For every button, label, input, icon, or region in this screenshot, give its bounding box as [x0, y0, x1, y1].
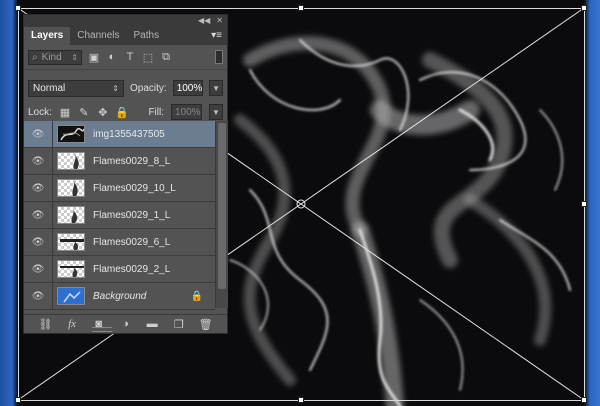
layer-name: Flames0029_6_L: [93, 236, 171, 248]
transform-handle-bottom-center[interactable]: [298, 397, 304, 403]
layer-name: Flames0029_1_L: [93, 209, 171, 221]
fill-label: Fill:: [148, 106, 164, 118]
lock-all-icon[interactable]: 🔒: [115, 106, 129, 119]
transform-handle-top-right[interactable]: [581, 5, 587, 11]
smoke-thumbnail-icon: [60, 127, 84, 141]
layer-thumbnail: [57, 152, 85, 170]
collapse-icon[interactable]: ◀◀: [198, 16, 210, 25]
lock-image-brush-icon[interactable]: ✎: [78, 106, 90, 119]
chevron-updown-icon: ⇕: [71, 52, 78, 62]
eye-icon[interactable]: 👁: [24, 202, 53, 228]
layer-row[interactable]: 👁 Flames0029_2_L: [24, 256, 215, 283]
filter-kind-select[interactable]: ⌕ Kind ⇕: [28, 49, 82, 65]
blend-mode-select[interactable]: Normal ⇕: [28, 79, 124, 97]
fx-icon[interactable]: fx: [65, 318, 79, 330]
pixel-filter-icon[interactable]: ▣: [88, 51, 100, 64]
eye-icon[interactable]: 👁: [24, 148, 53, 174]
tab-channels[interactable]: Channels: [70, 27, 126, 45]
type-filter-icon[interactable]: T: [124, 51, 136, 63]
layer-row[interactable]: 👁 Flames0029_1_L: [24, 202, 215, 229]
layer-thumbnail: [57, 206, 85, 224]
layer-name: Flames0029_8_L: [93, 155, 171, 167]
panel-resize-grip[interactable]: [92, 327, 112, 332]
blend-row: Normal ⇕ Opacity: 100% ▼: [24, 76, 227, 100]
trash-icon[interactable]: 🗑: [199, 318, 213, 331]
filter-toggle[interactable]: [215, 50, 223, 64]
layer-name: Flames0029_2_L: [93, 263, 171, 275]
lock-transparent-icon[interactable]: ▦: [59, 106, 71, 119]
transform-handle-bottom-left[interactable]: [15, 397, 21, 403]
eye-icon[interactable]: 👁: [24, 229, 53, 255]
layer-thumbnail: [57, 233, 85, 251]
new-layer-icon[interactable]: ❐: [172, 318, 186, 331]
chevron-down-icon: ▼: [212, 107, 220, 117]
flame-thumbnail-icon: [60, 239, 84, 250]
eye-icon[interactable]: 👁: [24, 121, 53, 147]
folder-icon[interactable]: ▬: [145, 318, 159, 330]
link-icon[interactable]: ⛓: [38, 318, 52, 331]
filter-row: ⌕ Kind ⇕ ▣ ◐ T ⬚ ⧉: [24, 45, 227, 70]
scrollbar-thumb[interactable]: [218, 123, 226, 289]
adjustment-filter-icon[interactable]: ◐: [106, 51, 118, 63]
eye-icon[interactable]: 👁: [24, 175, 53, 201]
shape-filter-icon[interactable]: ⬚: [142, 51, 154, 64]
opacity-label: Opacity:: [130, 82, 167, 94]
layer-name: Background: [93, 290, 147, 302]
layer-row[interactable]: 👁 Background 🔒: [24, 283, 215, 310]
lock-position-move-icon[interactable]: ✥: [97, 106, 109, 119]
transform-handle-right-center[interactable]: [581, 201, 587, 207]
opacity-input[interactable]: 100%: [172, 80, 204, 96]
search-icon: ⌕: [32, 51, 38, 63]
lock-icon: 🔒: [190, 290, 203, 302]
fill-input[interactable]: 100%: [171, 104, 202, 120]
panel-menu-icon[interactable]: ▾≡: [211, 30, 222, 41]
lock-label: Lock:: [28, 106, 52, 118]
layer-thumbnail: [57, 125, 85, 143]
layer-thumbnail: [57, 179, 85, 197]
panel-title-bar[interactable]: ◀◀ ✕: [24, 15, 227, 26]
layer-row[interactable]: 👁 Flames0029_6_L: [24, 229, 215, 256]
chevron-down-icon: ▼: [212, 83, 221, 93]
blend-mode-value: Normal: [33, 82, 66, 94]
eye-icon[interactable]: 👁: [24, 256, 53, 282]
flame-thumbnail-icon: [72, 182, 78, 196]
layer-row[interactable]: 👁 Flames0029_10_L: [24, 175, 215, 202]
transform-handle-top-center[interactable]: [298, 5, 304, 11]
flame-thumbnail-icon: [71, 210, 78, 223]
adjustment-icon[interactable]: ◑: [118, 318, 132, 330]
transform-handle-bottom-right[interactable]: [581, 397, 587, 403]
layers-list: 👁 img1355437505 👁 Flames0029_8_L 👁 Flame…: [24, 121, 215, 310]
flame-thumbnail-icon: [60, 266, 84, 277]
layer-name: Flames0029_10_L: [93, 182, 176, 194]
flame-thumbnail-icon: [73, 155, 79, 169]
smart-object-filter-icon[interactable]: ⧉: [160, 51, 172, 63]
filter-kind-label: Kind: [41, 51, 62, 63]
eye-icon[interactable]: 👁: [24, 283, 53, 309]
layers-scrollbar[interactable]: [215, 121, 228, 308]
panel-tabs: Layers Channels Paths ▾≡: [24, 26, 227, 45]
panel-footer: ⛓ fx ◙ ◑ ▬ ❐ 🗑: [24, 314, 227, 333]
layers-panel: ◀◀ ✕ Layers Channels Paths ▾≡ ⌕ Kind ⇕ ▣…: [23, 14, 228, 334]
layer-thumbnail: [57, 287, 85, 305]
layer-name: img1355437505: [93, 128, 165, 140]
opacity-dropdown-button[interactable]: ▼: [209, 80, 223, 96]
layer-row[interactable]: 👁 img1355437505: [24, 121, 215, 148]
tab-layers[interactable]: Layers: [24, 27, 71, 45]
transform-handle-top-left[interactable]: [15, 5, 21, 11]
layer-row[interactable]: 👁 Flames0029_8_L: [24, 148, 215, 175]
background-thumbnail-icon: [63, 291, 81, 303]
fill-dropdown-button[interactable]: ▼: [209, 104, 223, 120]
chevron-updown-icon: ⇕: [112, 83, 119, 93]
close-panel-icon[interactable]: ✕: [216, 16, 223, 25]
layer-thumbnail: [57, 260, 85, 278]
tab-paths[interactable]: Paths: [127, 27, 167, 45]
